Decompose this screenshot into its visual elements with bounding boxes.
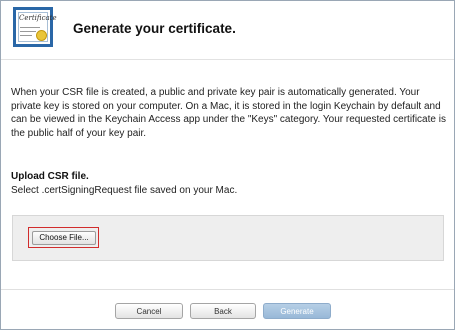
certificate-icon-line xyxy=(20,27,40,28)
certificate-icon-line xyxy=(20,31,36,32)
generate-button[interactable]: Generate xyxy=(263,303,331,319)
certificate-icon: Certificate xyxy=(13,7,57,47)
header: Certificate Generate your certificate. xyxy=(1,1,454,60)
upload-title: Upload CSR file. xyxy=(11,171,89,182)
upload-panel: Choose File... xyxy=(12,215,444,261)
description-text: When your CSR file is created, a public … xyxy=(11,87,446,139)
cancel-button[interactable]: Cancel xyxy=(115,303,183,319)
choose-file-button[interactable]: Choose File... xyxy=(32,231,96,245)
upload-subtitle: Select .certSigningRequest file saved on… xyxy=(11,185,238,196)
back-button[interactable]: Back xyxy=(190,303,256,319)
certificate-icon-script: Certificate xyxy=(19,14,57,22)
certificate-seal-icon xyxy=(36,30,47,41)
page-title: Generate your certificate. xyxy=(73,21,236,36)
footer-divider xyxy=(1,289,454,290)
dialog-frame: Certificate Generate your certificate. W… xyxy=(0,0,455,330)
choose-file-highlight: Choose File... xyxy=(28,227,99,248)
certificate-icon-line xyxy=(20,35,32,36)
